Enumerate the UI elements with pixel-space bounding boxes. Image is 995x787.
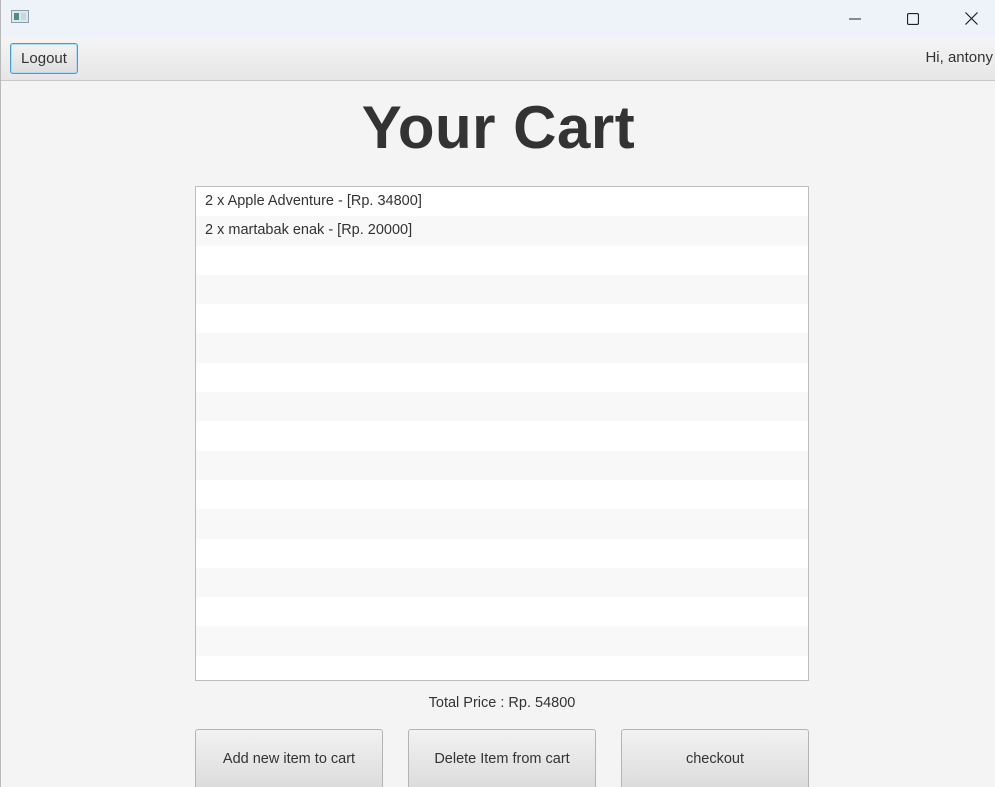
empty-list-row [196,333,808,363]
empty-list-row [196,304,808,334]
app-window: Logout Hi, antony Your Cart 2 x Apple Ad… [0,0,995,787]
top-bar: Logout Hi, antony [1,37,995,81]
empty-list-row [196,274,808,305]
empty-list-row [196,626,808,656]
maximize-button[interactable] [884,0,942,37]
empty-list-row [196,245,808,275]
empty-list-row [196,655,808,680]
empty-list-row [196,597,808,627]
empty-list-row [196,479,808,510]
cart-list[interactable]: 2 x Apple Adventure - [Rp. 34800] 2 x ma… [195,186,809,681]
empty-list-row [196,450,808,480]
maximize-icon [907,12,919,25]
checkout-button[interactable]: checkout [621,729,809,787]
total-price: Total Price : Rp. 54800 [428,695,576,711]
user-greeting: Hi, antony [925,49,993,66]
minimize-button[interactable] [826,0,884,37]
empty-list-row [196,509,808,539]
close-icon [964,12,978,25]
empty-list-row [196,538,808,568]
minimize-icon [849,18,861,19]
app-icon [11,10,29,23]
page-title: Your Cart [361,94,636,161]
logout-button[interactable]: Logout [10,43,78,74]
title-bar[interactable] [1,0,995,37]
empty-list-row [196,362,808,393]
list-item[interactable]: 2 x Apple Adventure - [Rp. 34800] [196,187,808,217]
empty-list-row [196,421,808,451]
empty-list-row [196,392,808,422]
add-item-button[interactable]: Add new item to cart [195,729,383,787]
delete-item-button[interactable]: Delete Item from cart [408,729,596,787]
list-item[interactable]: 2 x martabak enak - [Rp. 20000] [196,216,808,246]
empty-list-row [196,567,808,598]
close-button[interactable] [942,0,995,37]
